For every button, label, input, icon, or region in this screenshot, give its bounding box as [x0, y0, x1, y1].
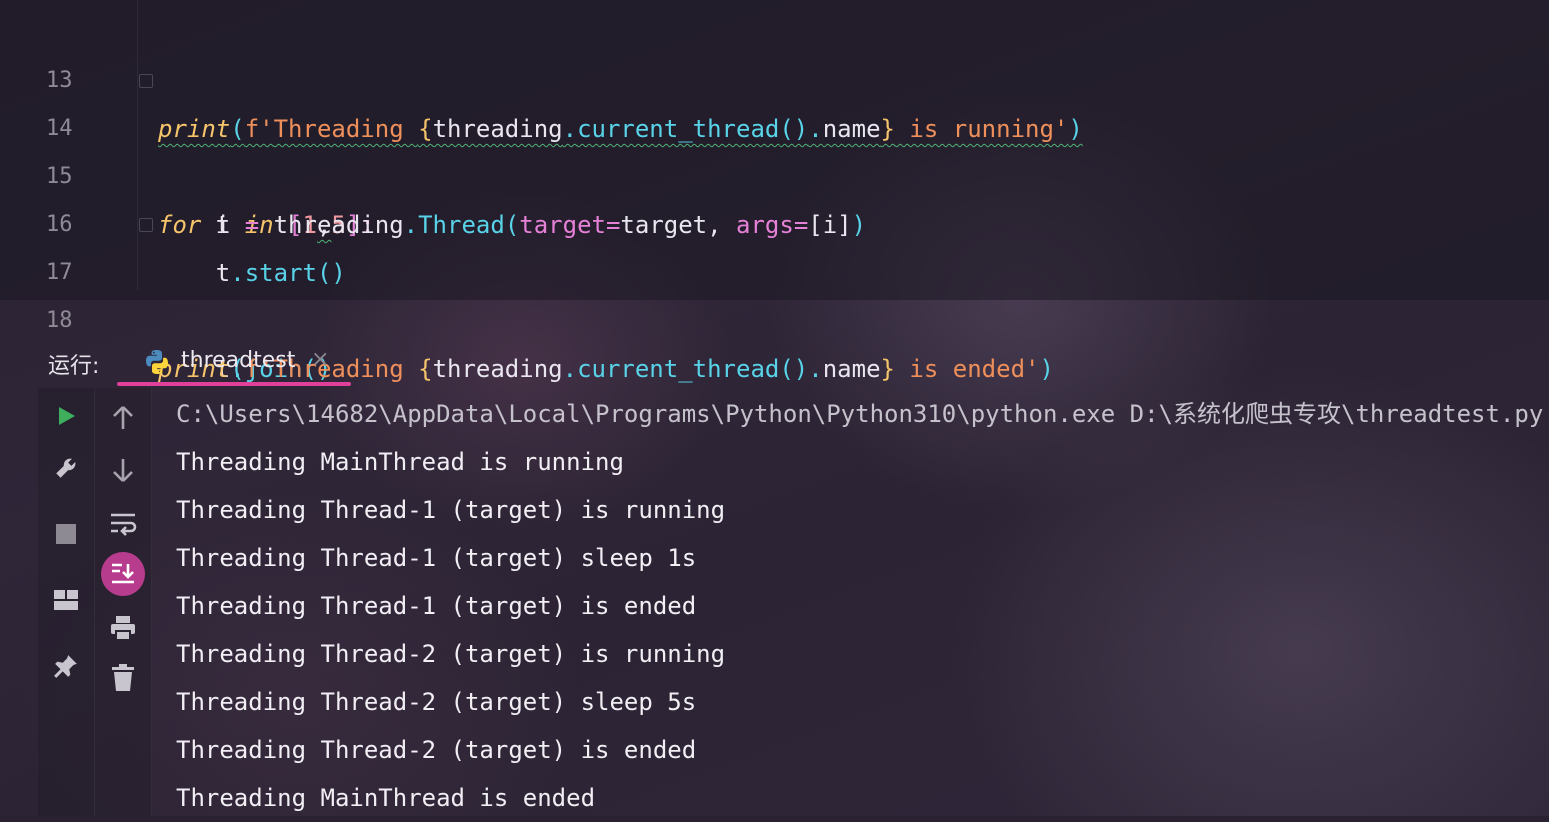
console-line: Threading Thread-1 (target) is running	[176, 496, 726, 524]
fold-icon[interactable]	[139, 74, 153, 88]
run-toolbar-secondary	[95, 388, 152, 816]
code-line[interactable]: 17 t.join()	[0, 201, 1549, 383]
console-line: Threading Thread-2 (target) sleep 5s	[176, 688, 697, 716]
run-toolbar-primary	[38, 388, 95, 816]
run-panel-header: 运行: threadtest ×	[0, 338, 1549, 388]
code-line[interactable]: 14 for i in [1,5]:	[0, 57, 1549, 239]
console-command-line: C:\Users\14682\AppData\Local\Programs\Py…	[176, 400, 1544, 428]
console-line: Threading Thread-1 (target) sleep 1s	[176, 544, 697, 572]
console-line: Threading Thread-2 (target) is running	[176, 640, 726, 668]
run-icon[interactable]	[50, 400, 82, 432]
console-line: Threading Thread-1 (target) is ended	[176, 592, 697, 620]
pin-icon[interactable]	[50, 650, 82, 682]
wrench-icon[interactable]	[50, 452, 82, 484]
stop-icon[interactable]	[50, 518, 82, 550]
code-line[interactable]: 18 print(f'Threading {threading.current_…	[0, 249, 1549, 383]
soft-wrap-icon[interactable]	[107, 508, 139, 540]
trash-icon[interactable]	[107, 662, 139, 694]
fold-end-icon[interactable]	[139, 218, 153, 232]
close-icon[interactable]: ×	[311, 347, 329, 372]
code-line[interactable]: 13 print(f'Threading {threading.current_…	[0, 9, 1549, 143]
console-line: Threading MainThread is ended	[176, 784, 596, 812]
active-tab-indicator	[117, 382, 351, 386]
scroll-to-end-icon[interactable]	[101, 552, 145, 596]
console-line: Threading MainThread is running	[176, 448, 624, 476]
tab-threadtest[interactable]: threadtest ×	[117, 338, 351, 388]
code-line[interactable]: 16 t.start()	[0, 153, 1549, 287]
arrow-up-icon[interactable]	[107, 402, 139, 434]
console-line: Threading Thread-2 (target) is ended	[176, 736, 697, 764]
layout-icon[interactable]	[50, 584, 82, 616]
code-line[interactable]: 15 t = threading.Thread(target=target, a…	[0, 105, 1549, 239]
console-output[interactable]: C:\Users\14682\AppData\Local\Programs\Py…	[176, 390, 1546, 822]
code-editor[interactable]: 13 print(f'Threading {threading.current_…	[0, 0, 1549, 383]
run-label: 运行:	[48, 354, 100, 379]
arrow-down-icon[interactable]	[107, 454, 139, 486]
python-icon	[143, 348, 171, 376]
tab-label: threadtest	[181, 348, 296, 373]
print-icon[interactable]	[107, 612, 139, 644]
